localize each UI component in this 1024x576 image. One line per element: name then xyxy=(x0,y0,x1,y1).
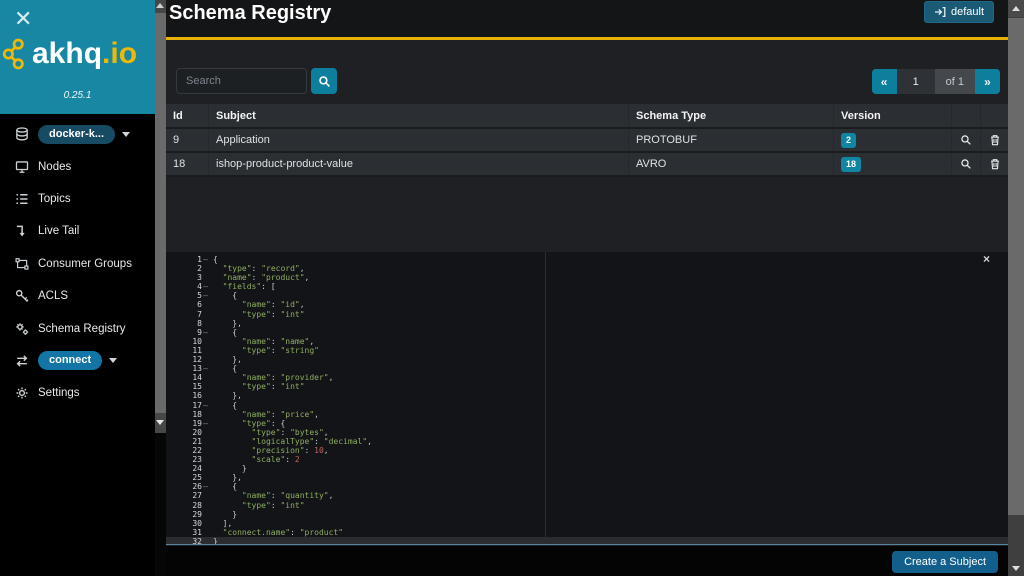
scroll-up-icon[interactable] xyxy=(156,3,164,8)
delete-schema-button[interactable] xyxy=(980,153,1008,175)
version-badge[interactable]: 18 xyxy=(841,157,861,172)
sidebar-item-nodes[interactable]: Nodes xyxy=(0,150,155,182)
level-down-icon xyxy=(15,224,36,238)
page-header: Schema Registry default xyxy=(166,0,1008,40)
col-schema-type: Schema Type xyxy=(628,104,833,127)
trash-icon xyxy=(989,134,1001,146)
table-row[interactable]: 9 Application PROTOBUF 2 xyxy=(166,129,1008,153)
col-actions xyxy=(980,104,1008,127)
col-subject: Subject xyxy=(208,104,628,127)
current-page[interactable]: 1 xyxy=(897,69,935,94)
sidebar-item-schema-registry[interactable]: Schema Registry xyxy=(0,312,155,344)
view-schema-button[interactable] xyxy=(951,153,980,175)
logo-text: akhq.io xyxy=(32,39,137,69)
list-icon xyxy=(15,192,36,206)
prev-page-button[interactable]: « xyxy=(872,69,897,94)
version-label: 0.25.1 xyxy=(0,90,155,101)
desktop-icon xyxy=(15,160,36,174)
view-schema-button[interactable] xyxy=(951,129,980,151)
page-count-label: of 1 xyxy=(935,69,975,94)
editor-gutter: 1‒2 3 4‒5‒6 7 8 9‒10 11 12 13‒14 15 16 1… xyxy=(166,255,213,545)
sidebar-item-settings[interactable]: Settings xyxy=(0,377,155,409)
sidebar-nav: docker-k... Nodes Topics Live Tail xyxy=(0,118,155,410)
user-default-button[interactable]: default xyxy=(924,1,994,23)
page-scrollbar[interactable] xyxy=(1008,0,1024,576)
scroll-up-button[interactable] xyxy=(1008,0,1024,17)
pagination: « 1 of 1 » xyxy=(872,69,1000,94)
trash-icon xyxy=(989,158,1001,170)
chevron-down-icon xyxy=(109,358,117,363)
magnifier-icon xyxy=(960,158,972,170)
close-icon[interactable]: × xyxy=(983,252,990,266)
schema-table: Id Subject Schema Type Version 9 Applica… xyxy=(166,104,1008,177)
search-icon xyxy=(318,75,331,88)
col-version: Version xyxy=(833,104,951,127)
scroll-down-button[interactable] xyxy=(1008,559,1024,576)
sidebar-item-topics[interactable]: Topics xyxy=(0,183,155,215)
search-input[interactable] xyxy=(176,68,307,94)
magnifier-icon xyxy=(960,134,972,146)
table-header-row: Id Subject Schema Type Version xyxy=(166,104,1008,129)
cogs-icon xyxy=(15,322,36,336)
sidebar-item-acls[interactable]: ACLS xyxy=(0,280,155,312)
cluster-selector[interactable]: docker-k... xyxy=(38,125,115,144)
version-badge[interactable]: 2 xyxy=(841,133,856,148)
editor-code[interactable]: { "type": "record", "name": "product", "… xyxy=(213,255,1008,545)
sign-in-icon xyxy=(934,6,946,18)
sidebar-item-connect[interactable]: connect xyxy=(0,345,155,377)
next-page-button[interactable]: » xyxy=(975,69,1000,94)
avro-schema-editor[interactable]: 1‒2 3 4‒5‒6 7 8 9‒10 11 12 13‒14 15 16 1… xyxy=(166,252,1008,545)
create-subject-button[interactable]: Create a Subject xyxy=(892,551,998,573)
main-content: Schema Registry default « 1 of 1 » Id Su… xyxy=(166,0,1008,576)
header-accent-rule xyxy=(166,37,1008,40)
scroll-down-icon xyxy=(1012,566,1020,571)
chevron-down-icon xyxy=(122,132,130,137)
col-actions xyxy=(951,104,980,127)
exchange-icon xyxy=(15,354,36,368)
delete-schema-button[interactable] xyxy=(980,129,1008,151)
sidebar-scrollbar[interactable] xyxy=(155,0,166,433)
gear-icon xyxy=(15,386,36,400)
key-icon xyxy=(15,289,36,303)
object-group-icon xyxy=(15,257,36,271)
sidebar-item-cluster[interactable]: docker-k... xyxy=(0,118,155,150)
search-button[interactable] xyxy=(311,68,337,94)
connect-selector[interactable]: connect xyxy=(38,351,102,370)
akhq-logo-icon xyxy=(2,38,32,70)
scroll-down-icon[interactable] xyxy=(156,420,164,425)
table-row[interactable]: 18 ishop-product-product-value AVRO 18 xyxy=(166,153,1008,177)
close-sidebar-icon[interactable]: ✕ xyxy=(14,6,32,32)
sidebar-item-consumer-groups[interactable]: Consumer Groups xyxy=(0,248,155,280)
sidebar: ✕ akhq.io 0.25.1 docker-k xyxy=(0,0,155,576)
scroll-up-icon xyxy=(1012,6,1020,11)
scrollbar-thumb[interactable] xyxy=(155,13,166,413)
scrollbar-thumb[interactable] xyxy=(1008,18,1024,515)
logo[interactable]: akhq.io xyxy=(2,38,155,70)
footer-bar: Create a Subject xyxy=(166,546,1008,576)
col-id: Id xyxy=(166,104,208,127)
sidebar-header: ✕ akhq.io 0.25.1 xyxy=(0,0,155,114)
database-icon xyxy=(15,127,36,141)
app-window: ✕ akhq.io 0.25.1 docker-k xyxy=(0,0,1024,576)
sidebar-item-live-tail[interactable]: Live Tail xyxy=(0,215,155,247)
page-title: Schema Registry xyxy=(169,2,331,25)
